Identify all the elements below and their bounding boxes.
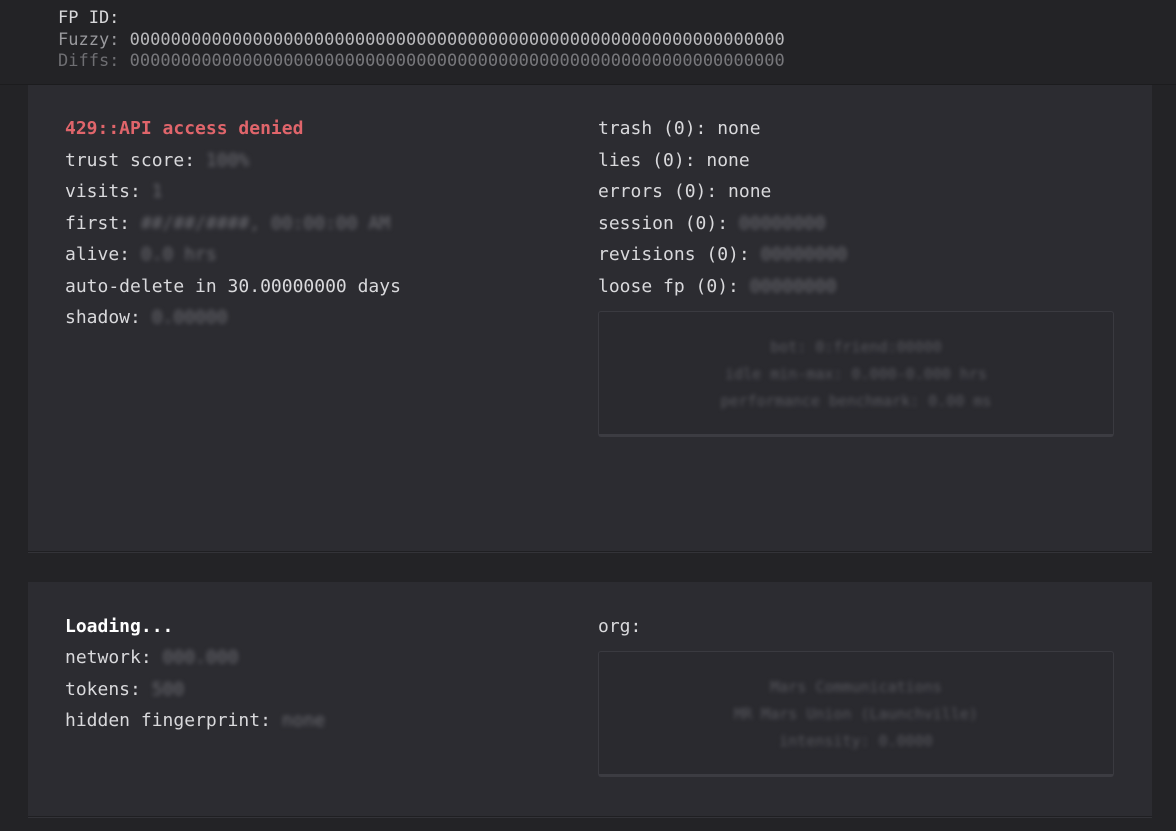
alive-value: 0.0 hrs <box>140 244 217 265</box>
visitor-panel: 429::API access denied trust score: 100%… <box>28 85 1152 552</box>
lies-row: lies (0): none <box>598 150 750 171</box>
fp-id-label: FP ID: <box>58 8 120 28</box>
bot-info-box: bot: 0:friend:00000 idle min-max: 0.000-… <box>598 311 1114 437</box>
org-location: MR Mars Union (Launchville) <box>734 705 978 723</box>
trash-row: trash (0): none <box>598 118 761 139</box>
first-value: ##/##/####, 00:00:00 AM <box>140 213 391 234</box>
auto-delete-text: auto-delete in 30.00000000 days <box>65 276 401 297</box>
tokens-label: tokens: <box>65 679 152 700</box>
loading-title: Loading... <box>65 616 174 637</box>
visits-label: visits: <box>65 181 152 202</box>
first-label: first: <box>65 213 141 234</box>
diffs-label: Diffs: <box>58 51 120 71</box>
trust-score-value: 100% <box>205 150 250 171</box>
session-label: session (0): <box>598 213 739 234</box>
shadow-row: shadow: 0.00000 <box>65 307 228 329</box>
loose-fp-row: loose fp (0): 00000000 <box>598 276 836 298</box>
diffs-hash-row: Diffs: 000000000000000000000000000000000… <box>58 51 785 72</box>
shadow-value: 0.00000 <box>151 307 228 328</box>
network-label: network: <box>65 647 163 668</box>
bot-status: bot: 0:friend:00000 <box>770 338 942 356</box>
alive-row: alive: 0.0 hrs <box>65 244 217 266</box>
network-panel: Loading... network: 000.000 tokens: 500 … <box>28 582 1152 817</box>
revisions-label: revisions (0): <box>598 244 761 265</box>
performance-benchmark: performance benchmark: 0.00 ms <box>720 392 992 410</box>
visits-row: visits: 1 <box>65 181 163 203</box>
loose-fp-label: loose fp (0): <box>598 276 750 297</box>
tokens-value: 500 <box>151 679 185 700</box>
visits-value: 1 <box>151 181 163 202</box>
org-name: Mars Communications <box>770 678 942 696</box>
trust-score-row: trust score: 100% <box>65 150 249 172</box>
session-row: session (0): 00000000 <box>598 213 826 235</box>
org-info-box: Mars Communications MR Mars Union (Launc… <box>598 651 1114 777</box>
loose-fp-value: 00000000 <box>749 276 837 297</box>
fingerprint-header: FP ID: Fuzzy: 00000000000000000000000000… <box>0 0 1176 85</box>
revisions-value: 00000000 <box>760 244 848 265</box>
network-value: 000.000 <box>162 647 239 668</box>
network-row: network: 000.000 <box>65 647 238 669</box>
diffs-hash-value: 0000000000000000000000000000000000000000… <box>129 51 785 71</box>
api-status-error: 429::API access denied <box>65 118 304 139</box>
org-intensity: intensity: 0.0000 <box>779 732 933 750</box>
fuzzy-hash-row: Fuzzy: 000000000000000000000000000000000… <box>58 30 785 51</box>
errors-row: errors (0): none <box>598 181 772 202</box>
shadow-label: shadow: <box>65 307 152 328</box>
idle-range: idle min-max: 0.000-0.000 hrs <box>725 365 987 383</box>
tokens-row: tokens: 500 <box>65 679 184 701</box>
hidden-fingerprint-row: hidden fingerprint: none <box>65 710 325 732</box>
revisions-row: revisions (0): 00000000 <box>598 244 847 266</box>
trust-score-label: trust score: <box>65 150 206 171</box>
fuzzy-label: Fuzzy: <box>58 30 120 50</box>
hidden-fingerprint-label: hidden fingerprint: <box>65 710 282 731</box>
hidden-fingerprint-value: none <box>281 710 326 731</box>
session-value: 00000000 <box>738 213 826 234</box>
fuzzy-hash-value: 0000000000000000000000000000000000000000… <box>129 30 785 50</box>
first-row: first: ##/##/####, 00:00:00 AM <box>65 213 390 235</box>
org-label: org: <box>598 616 642 637</box>
alive-label: alive: <box>65 244 141 265</box>
